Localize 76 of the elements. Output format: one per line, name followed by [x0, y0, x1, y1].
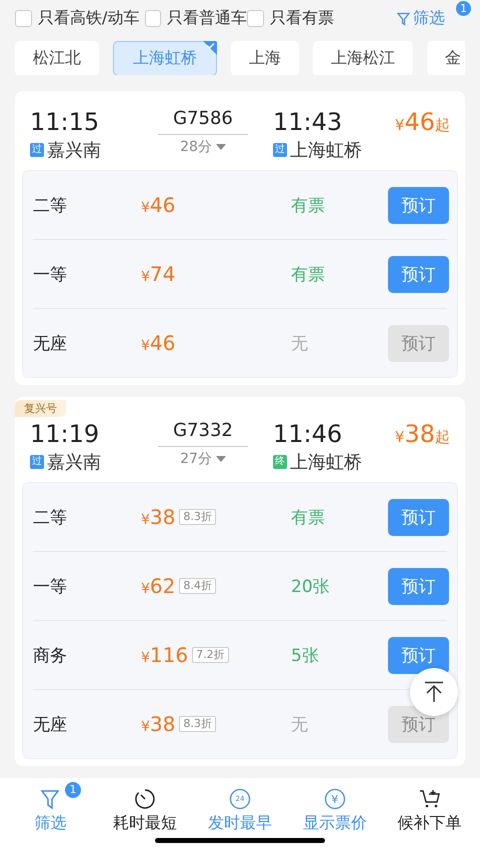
- seat-class: 无座: [33, 714, 68, 736]
- station-type-badge: 过: [273, 143, 287, 157]
- station-tab[interactable]: 金: [427, 41, 465, 75]
- station-type-badge: 过: [30, 455, 44, 469]
- seat-class: 二等: [33, 506, 68, 528]
- arrival-time: 11:43: [273, 107, 344, 137]
- discount-tag: 7.2折: [192, 647, 229, 663]
- filter-button[interactable]: 筛选: [397, 8, 445, 30]
- seat-price: ¥116: [141, 643, 188, 667]
- station-type-badge: 终: [273, 455, 287, 469]
- seat-price: ¥46: [141, 331, 176, 355]
- checkbox-label: 只看普通车: [167, 8, 247, 30]
- ticket-availability: 有票: [291, 194, 326, 216]
- station-tab[interactable]: 上海: [231, 41, 299, 75]
- checkbox[interactable]: [247, 10, 264, 28]
- ticket-availability: 20张: [291, 576, 331, 598]
- arrow-up-icon: [424, 681, 444, 703]
- train-number: G7332: [158, 419, 248, 447]
- station-type-badge: 过: [30, 143, 44, 157]
- station-tab[interactable]: 上海虹桥: [113, 41, 217, 75]
- lowest-price: ¥38起: [394, 419, 450, 450]
- station-tab[interactable]: 松江北: [15, 41, 99, 75]
- seat-class: 二等: [33, 194, 68, 216]
- checkbox[interactable]: [15, 10, 32, 28]
- seat-price: ¥62: [141, 574, 176, 598]
- book-button[interactable]: 预订: [388, 186, 449, 224]
- checkbox-label: 只看高铁/动车: [38, 8, 140, 30]
- cart-icon: [418, 788, 442, 810]
- count-badge: 1: [456, 1, 471, 16]
- nav-tab[interactable]: 筛选 1: [3, 778, 98, 853]
- departure-time: 11:15: [30, 107, 100, 137]
- station-name: 嘉兴南: [47, 451, 101, 474]
- nav-tab[interactable]: 候补下单: [382, 778, 477, 853]
- nav-tab[interactable]: ¥ 显示票价: [287, 778, 382, 853]
- seat-class: 商务: [33, 644, 68, 666]
- book-button[interactable]: 预订: [388, 568, 449, 604]
- ticket-availability: 无: [291, 332, 309, 354]
- ticket-availability: 5张: [291, 644, 320, 666]
- station-tab[interactable]: 上海松江: [313, 41, 413, 75]
- station-name: 嘉兴南: [47, 139, 101, 162]
- station-name: 上海虹桥: [290, 139, 362, 162]
- count-badge: 1: [65, 782, 81, 798]
- departure-time: 11:19: [30, 419, 100, 449]
- checkbox[interactable]: [145, 10, 161, 28]
- nav-tab[interactable]: 耗时最短: [98, 778, 193, 853]
- caret-icon: [216, 144, 226, 150]
- seat-class: 无座: [33, 332, 68, 354]
- duration-toggle[interactable]: 28分: [180, 138, 226, 156]
- seat-price: ¥74: [141, 262, 176, 286]
- filter-icon: [397, 12, 410, 26]
- ticket-availability: 无: [291, 714, 309, 736]
- train-number: G7586: [158, 107, 248, 135]
- seat-price: ¥38: [141, 712, 176, 736]
- train-type-tag: 复兴号: [15, 400, 66, 417]
- arrival-time: 11:46: [273, 419, 344, 449]
- ticket-availability: 有票: [291, 506, 326, 528]
- ticket-availability: 有票: [291, 264, 326, 286]
- book-button[interactable]: 预订: [388, 498, 449, 536]
- seat-class: 一等: [33, 576, 68, 598]
- lowest-price: ¥46起: [394, 107, 450, 138]
- book-button[interactable]: 预订: [388, 256, 449, 292]
- timer-icon: [134, 788, 156, 810]
- duration-toggle[interactable]: 27分: [180, 450, 226, 468]
- caret-icon: [216, 456, 226, 462]
- seat-class: 一等: [33, 264, 68, 286]
- book-button[interactable]: 预订: [388, 636, 449, 674]
- seat-price: ¥38: [141, 505, 176, 529]
- seat-price: ¥46: [141, 193, 176, 217]
- discount-tag: 8.3折: [179, 509, 216, 525]
- discount-tag: 8.3折: [179, 716, 216, 732]
- filter-icon: [40, 788, 60, 810]
- station-name: 上海虹桥: [290, 451, 362, 474]
- checkbox-label: 只看有票: [270, 8, 334, 30]
- discount-tag: 8.4折: [179, 578, 216, 594]
- yen-icon: ¥: [324, 788, 346, 810]
- check-icon: [203, 41, 217, 56]
